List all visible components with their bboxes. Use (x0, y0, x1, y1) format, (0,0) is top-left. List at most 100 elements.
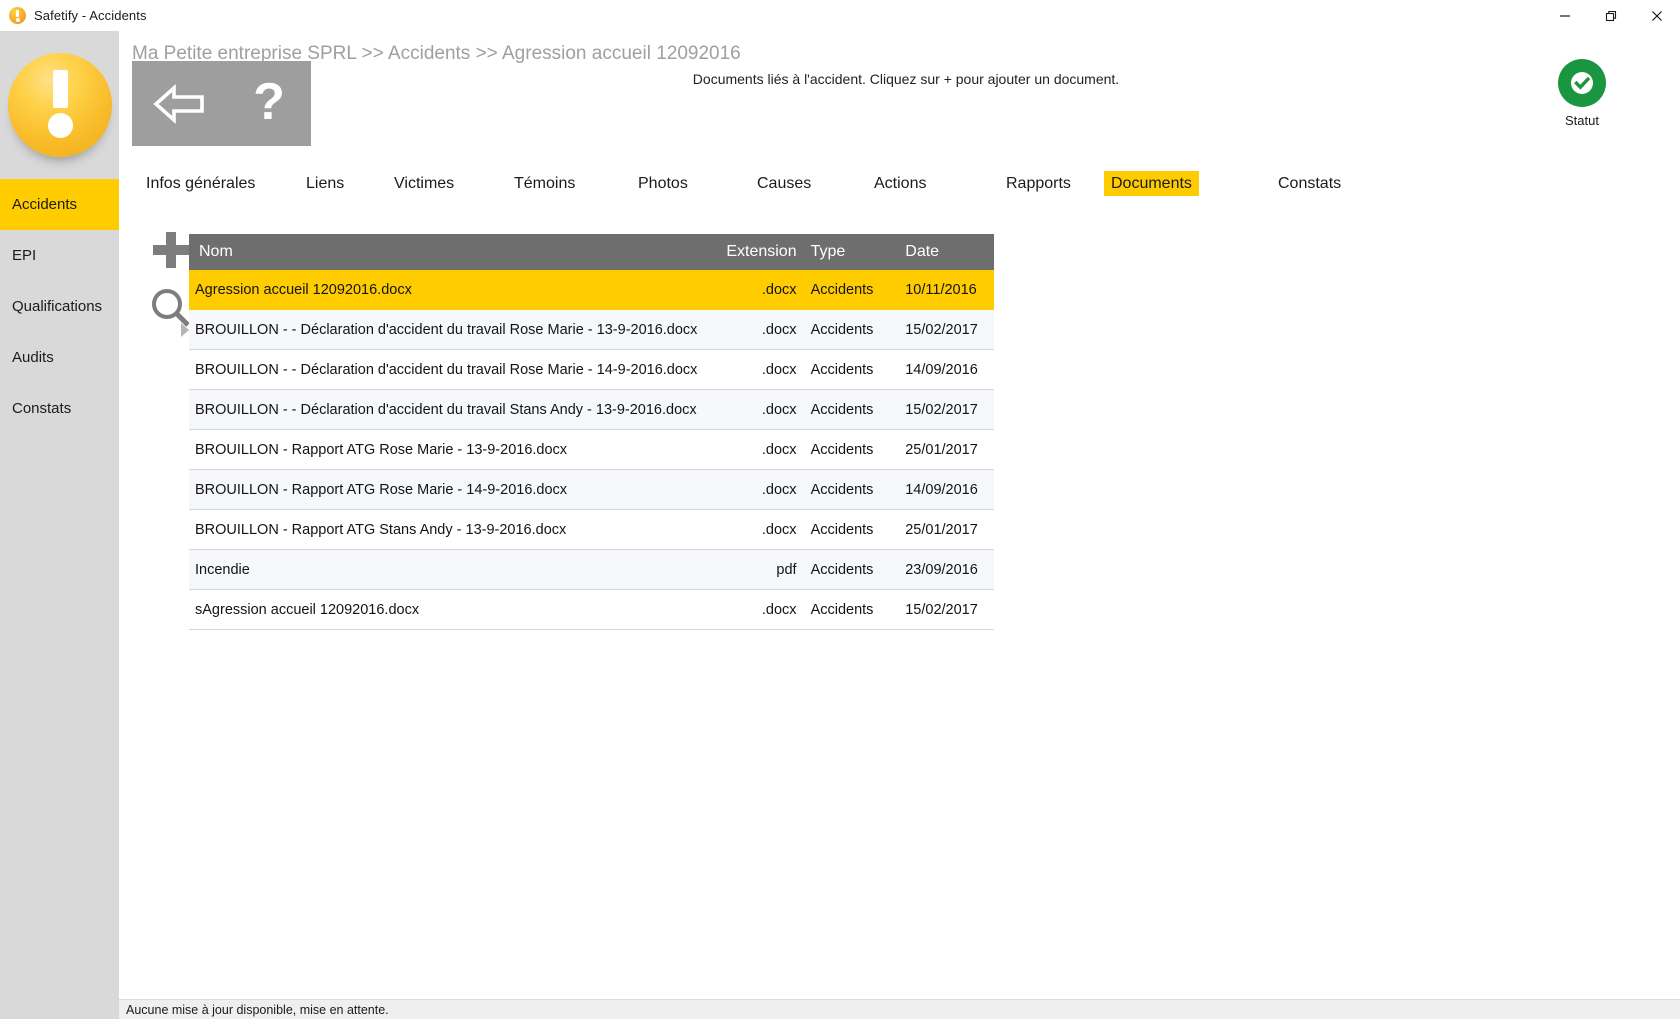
cell-nom: BROUILLON - - Déclaration d'accident du … (195, 321, 698, 338)
status-bar-message: Aucune mise à jour disponible, mise en a… (126, 1002, 389, 1017)
main-content: Ma Petite entreprise SPRL >> Accidents >… (119, 31, 1680, 1019)
plus-icon (148, 227, 194, 278)
status-badge-label: Statut (1565, 113, 1599, 128)
cell-type: Accidents (810, 561, 874, 578)
cell-date: 15/02/2017 (905, 601, 978, 618)
column-header-extension[interactable]: Extension (702, 243, 811, 261)
cell-nom: sAgression accueil 12092016.docx (195, 601, 420, 618)
sidebar-item-epi[interactable]: EPI (0, 230, 119, 281)
tab-label: Constats (1278, 175, 1342, 192)
cell-nom: BROUILLON - - Déclaration d'accident du … (195, 361, 698, 378)
window-controls (1542, 0, 1680, 31)
application-window: Safetify - Accidents Accidents EPI Quali… (0, 0, 1680, 1019)
restore-button[interactable] (1588, 0, 1634, 31)
back-arrow-icon[interactable] (152, 82, 208, 126)
cell-nom: Incendie (195, 561, 250, 578)
cell-extension: .docx (761, 481, 797, 498)
sidebar-item-label: Qualifications (12, 298, 103, 315)
cell-date: 14/09/2016 (905, 481, 978, 498)
tab-label: Infos générales (146, 175, 256, 192)
window-title: Safetify - Accidents (34, 8, 147, 23)
tab-causes[interactable]: Causes (750, 171, 818, 196)
safetify-logo-icon (0, 31, 119, 179)
table-row[interactable]: BROUILLON - - Déclaration d'accident du … (181, 310, 994, 350)
tab-label: Témoins (514, 175, 576, 192)
cell-extension: pdf (776, 561, 797, 578)
cell-extension: .docx (761, 601, 797, 618)
sidebar-item-label: Accidents (12, 196, 78, 213)
sidebar-item-label: Constats (12, 400, 72, 417)
cell-type: Accidents (810, 321, 874, 338)
cell-nom: BROUILLON - Rapport ATG Stans Andy - 13-… (195, 521, 567, 538)
table-row[interactable]: BROUILLON - - Déclaration d'accident du … (189, 390, 994, 430)
table-row[interactable]: Incendie pdf Accidents 23/09/2016 (189, 550, 994, 590)
tab-photos[interactable]: Photos (631, 171, 695, 196)
tab-label: Actions (874, 175, 927, 192)
cell-type: Accidents (810, 521, 874, 538)
column-header-nom[interactable]: Nom (189, 243, 702, 261)
tab-documents[interactable]: Documents (1104, 171, 1199, 196)
tab-label: Photos (638, 175, 688, 192)
table-header-row: Nom Extension Type Date (189, 234, 994, 270)
tab-label: Liens (306, 175, 345, 192)
sidebar-item-audits[interactable]: Audits (0, 332, 119, 383)
status-badge[interactable]: Statut (1540, 59, 1624, 128)
cell-type: Accidents (810, 361, 874, 378)
tab-victimes[interactable]: Victimes (387, 171, 461, 196)
tab-rapports[interactable]: Rapports (999, 171, 1078, 196)
column-header-date[interactable]: Date (905, 243, 994, 261)
cell-extension: .docx (761, 441, 797, 458)
cell-extension: .docx (761, 521, 797, 538)
sidebar: Accidents EPI Qualifications Audits Cons… (0, 31, 119, 1019)
documents-table: Nom Extension Type Date Agression accuei… (181, 234, 994, 630)
table-row[interactable]: Agression accueil 12092016.docx .docx Ac… (189, 270, 994, 310)
close-button[interactable] (1634, 0, 1680, 31)
tab-label: Causes (757, 175, 812, 192)
minimize-button[interactable] (1542, 0, 1588, 31)
tab-liens[interactable]: Liens (299, 171, 351, 196)
check-circle-icon (1558, 59, 1606, 107)
cell-type: Accidents (810, 401, 874, 418)
status-bar: Aucune mise à jour disponible, mise en a… (119, 999, 1680, 1019)
column-header-type[interactable]: Type (811, 243, 906, 261)
cell-date: 15/02/2017 (905, 401, 978, 418)
navigation-toolbar: ? (132, 61, 311, 146)
sidebar-item-constats[interactable]: Constats (0, 383, 119, 434)
tab-infos-generales[interactable]: Infos générales (139, 171, 262, 196)
sidebar-item-label: Audits (12, 349, 54, 366)
svg-text:?: ? (253, 77, 285, 131)
title-bar: Safetify - Accidents (0, 0, 1680, 31)
status-bar-sidebar-filler (0, 999, 119, 1019)
hint-text: Documents liés à l'accident. Cliquez sur… (692, 71, 1120, 87)
cell-extension: .docx (761, 361, 797, 378)
warning-circle-icon (9, 7, 26, 24)
tab-constats[interactable]: Constats (1271, 171, 1348, 196)
cell-type: Accidents (810, 601, 874, 618)
cell-extension: .docx (761, 282, 797, 298)
cell-date: 10/11/2016 (905, 282, 977, 298)
tab-label: Rapports (1006, 175, 1071, 192)
cell-extension: .docx (761, 401, 797, 418)
tab-label: Victimes (394, 175, 455, 192)
cell-type: Accidents (810, 282, 874, 298)
cell-extension: .docx (761, 321, 797, 338)
tab-photos-spacer (119, 171, 133, 196)
question-mark-icon[interactable]: ? (247, 77, 291, 131)
tab-label: Documents (1111, 175, 1192, 192)
tab-actions[interactable]: Actions (867, 171, 933, 196)
table-row[interactable]: BROUILLON - Rapport ATG Rose Marie - 14-… (189, 470, 994, 510)
table-row[interactable]: BROUILLON - Rapport ATG Rose Marie - 13-… (189, 430, 994, 470)
table-row[interactable]: sAgression accueil 12092016.docx .docx A… (189, 590, 994, 630)
sidebar-item-qualifications[interactable]: Qualifications (0, 281, 119, 332)
cell-date: 15/02/2017 (905, 321, 978, 338)
cell-type: Accidents (810, 441, 874, 458)
sidebar-item-label: EPI (12, 247, 37, 264)
cell-date: 14/09/2016 (905, 361, 978, 378)
tab-temoins[interactable]: Témoins (507, 171, 582, 196)
cell-nom: BROUILLON - - Déclaration d'accident du … (195, 401, 697, 418)
cell-date: 25/01/2017 (905, 521, 978, 538)
table-row[interactable]: BROUILLON - Rapport ATG Stans Andy - 13-… (189, 510, 994, 550)
cell-date: 25/01/2017 (905, 441, 978, 458)
table-row[interactable]: BROUILLON - - Déclaration d'accident du … (189, 350, 994, 390)
sidebar-item-accidents[interactable]: Accidents (0, 179, 119, 230)
